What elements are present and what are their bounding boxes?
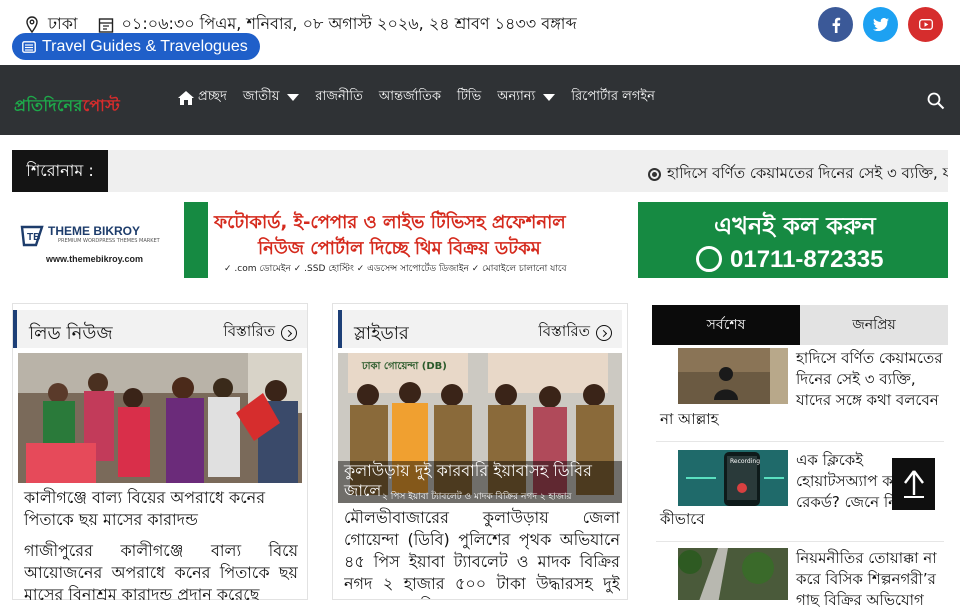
slider-header: স্লাইডার বিস্তারিত — [338, 310, 622, 348]
logo-main-text: প্রতিদিনের — [14, 96, 83, 115]
slider-more-link[interactable]: বিস্তারিত — [538, 320, 612, 345]
lead-summary: গাজীপুরের কালীগঞ্জে বাল্য বিয়ে আয়োজনের… — [24, 541, 298, 600]
category-pill[interactable]: Travel Guides & Travelogues — [12, 33, 260, 60]
bullet-circle-icon — [648, 168, 661, 181]
headline-ticker: শিরোনাম : হাদিসে বর্ণিত কেয়ামতের দিনের … — [12, 150, 948, 192]
slider-summary: মৌলভীবাজারের কুলাউড়ায় জেলা গোয়েন্দা (… — [344, 508, 620, 599]
search-icon — [927, 92, 945, 110]
side-news-title: হাদিসে বর্ণিত কেয়ামতের দিনের সেই ৩ ব্যক… — [796, 349, 943, 409]
side-news-title-tail: না আল্লাহ — [660, 410, 719, 428]
banner-brand-sub: PREMIUM WORDPRESS THEMES MARKET — [58, 238, 160, 244]
nav-item-national[interactable]: জাতীয় — [243, 87, 300, 108]
ticker-item-text: হাদিসে বর্ণিত কেয়ামতের দিনের সেই ৩ ব্যক… — [667, 164, 948, 182]
list-icon — [22, 40, 36, 53]
nav-item-others[interactable]: অন্যান্য — [497, 87, 556, 108]
lead-more-link[interactable]: বিস্তারিত — [223, 320, 297, 345]
advertisement-banner[interactable]: TB THEME BIKROY PREMIUM WORDPRESS THEMES… — [12, 202, 948, 278]
site-logo[interactable]: প্রতিদিনেরপোস্ট — [14, 93, 120, 120]
nav-item-label: টিভি — [457, 89, 482, 104]
slider-section: স্লাইডার বিস্তারিত ঢাকা গোয়েন্দা (DB) ক… — [332, 303, 628, 600]
sidebar-tabs: সর্বশেষ জনপ্রিয় — [652, 305, 948, 345]
thumb-illustration — [678, 548, 788, 600]
thumb-text: Recording — [730, 458, 761, 465]
banner-strip — [184, 202, 208, 278]
banner-brand: THEME BIKROY — [48, 224, 141, 238]
home-icon — [178, 90, 194, 105]
nav-menu: প্রচ্ছদ জাতীয় রাজনীতি আন্তর্জাতিক টিভি … — [178, 87, 671, 108]
nav-item-label: প্রচ্ছদ — [198, 89, 227, 104]
arrow-up-icon — [903, 470, 924, 498]
lead-headline[interactable]: কালীগঞ্জে বাল্য বিয়ের অপরাধে কনের পিতাক… — [24, 487, 304, 531]
arrow-right-circle-icon — [281, 324, 297, 341]
youtube-icon — [918, 19, 933, 30]
side-news-title: নিয়মনীতির তোয়াক্কা না করে বিসিক শিল্পন… — [796, 549, 937, 609]
ticker-item[interactable]: হাদিসে বর্ণিত কেয়ামতের দিনের সেই ৩ ব্যক… — [648, 162, 948, 187]
back-to-top-button[interactable] — [892, 458, 935, 510]
top-bar: ঢাকা ০১:০৬:৩০ পিএম, শনিবার, ০৮ অগাস্ট ২০… — [0, 0, 960, 65]
nav-item-label: জাতীয় — [242, 89, 280, 104]
nav-item-tv[interactable]: টিভি — [457, 87, 481, 108]
nav-item-label: রাজনীতি — [315, 89, 363, 104]
news-thumbnail — [678, 348, 788, 404]
banner-url: www.themebikroy.com — [46, 254, 144, 264]
facebook-button[interactable] — [818, 7, 853, 42]
chevron-down-icon — [287, 94, 300, 101]
facebook-icon — [832, 17, 840, 33]
nav-item-home[interactable]: প্রচ্ছদ — [178, 87, 227, 108]
headline-line: কালীগঞ্জে বাল্য বিয়ের অপরাধে কনের — [24, 488, 266, 507]
image-sign-text: ঢাকা গোয়েন্দা (DB) — [362, 361, 447, 372]
nav-item-label: অন্যান্য — [497, 89, 536, 104]
list-item[interactable]: হাদিসে বর্ণিত কেয়ামতের দিনের সেই ৩ ব্যক… — [656, 348, 944, 442]
calendar-icon — [98, 17, 113, 33]
banner-cta: এখনই কল করুন — [714, 212, 876, 240]
logo-accent-text: পোস্ট — [82, 96, 121, 115]
more-label: বিস্তারিত — [223, 322, 275, 340]
lead-news-section: লিড নিউজ বিস্তারিত কালীগঞ্জে বাল্য বিয়ে… — [12, 303, 308, 600]
more-label: বিস্তারিত — [538, 322, 590, 340]
arrow-right-circle-icon — [596, 324, 612, 341]
ticker-label: শিরোনাম : — [12, 150, 108, 192]
banner-features: ✓ .com ডোমেইন ✓ .SSD হোস্টিং ✓ এডসেন্স স… — [224, 264, 567, 274]
section-title: স্লাইডার — [354, 323, 409, 344]
list-item[interactable]: নিয়মনীতির তোয়াক্কা না করে বিসিক শিল্পন… — [656, 548, 944, 609]
location-pin-icon — [26, 15, 38, 33]
lead-news-image[interactable] — [18, 353, 302, 483]
side-news-title-tail: কীভাবে — [660, 510, 705, 528]
tab-latest[interactable]: সর্বশেষ — [652, 305, 800, 345]
nav-item-label: রিপোর্টার লগইন — [571, 89, 655, 104]
svg-text:TB: TB — [27, 232, 40, 243]
nav-item-international[interactable]: আন্তর্জাতিক — [379, 87, 441, 108]
chevron-down-icon — [543, 94, 556, 101]
tab-popular[interactable]: জনপ্রিয় — [800, 305, 948, 345]
thumb-illustration — [678, 348, 788, 404]
banner-phone: 01711-872335 — [730, 246, 884, 273]
nav-item-label: আন্তর্জাতিক — [378, 89, 441, 104]
headline-line: পিতাকে ছয় মাসের কারাদন্ড — [24, 510, 198, 529]
lead-photo-illustration — [18, 353, 302, 483]
slider-image-subtext: ২ পিস ইয়াবা ট্যাবলেট ও মাদক বিক্রির নগদ… — [382, 492, 572, 502]
slider-image[interactable]: ঢাকা গোয়েন্দা (DB) কুলাউড়ায় দুই কারবা… — [338, 353, 622, 503]
lead-news-header: লিড নিউজ বিস্তারিত — [13, 310, 307, 348]
nav-item-politics[interactable]: রাজনীতি — [315, 87, 363, 108]
search-button[interactable] — [927, 92, 945, 114]
twitter-button[interactable] — [863, 7, 898, 42]
news-thumbnail: Recording — [678, 450, 788, 506]
brand-logo-icon: TB — [20, 225, 44, 247]
section-title: লিড নিউজ — [29, 323, 113, 344]
main-navbar: প্রতিদিনেরপোস্ট প্রচ্ছদ জাতীয় রাজনীতি আ… — [0, 65, 960, 135]
youtube-button[interactable] — [908, 7, 943, 42]
twitter-icon — [872, 18, 889, 31]
nav-item-reporter-login[interactable]: রিপোর্টার লগইন — [571, 87, 655, 108]
category-pill-label: Travel Guides & Travelogues — [42, 37, 248, 55]
whatsapp-icon — [696, 246, 722, 272]
news-thumbnail — [678, 548, 788, 600]
